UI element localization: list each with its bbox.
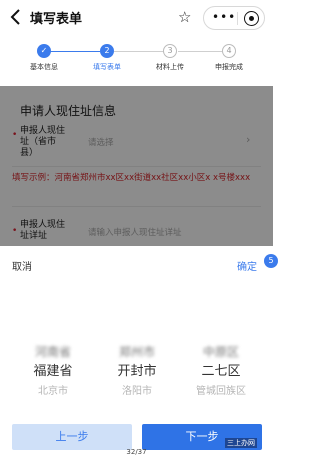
step-label: 申报完成 [215, 63, 243, 71]
chevron-left-icon[interactable] [8, 7, 24, 27]
modal-overlay[interactable] [0, 86, 273, 246]
watermark: 三上办网 [225, 438, 257, 448]
page-counter: 32/37 [126, 448, 147, 456]
step-number: 4 [222, 44, 236, 58]
picker-option-selected[interactable]: 开封市 [92, 362, 182, 382]
picker-option[interactable]: 中原区 [176, 342, 266, 362]
notification-badge: 5 [264, 254, 278, 268]
picker-option-selected[interactable]: 二七区 [176, 362, 266, 382]
more-icon[interactable]: ••• [212, 10, 236, 24]
step-label: 材料上传 [156, 63, 184, 71]
star-icon[interactable]: ☆ [178, 8, 191, 26]
step-check-icon: ✓ [37, 44, 51, 58]
step-3: 3 材料上传 [137, 44, 203, 72]
prev-step-button[interactable]: 上一步 [12, 424, 132, 450]
picker-option[interactable]: 北京市 [8, 382, 98, 402]
region-picker: 取消 确定 5 河南省 福建省 北京市 郑州市 开封市 洛阳市 中原区 二七区 … [0, 246, 278, 416]
step-number: 2 [100, 44, 114, 58]
picker-option[interactable]: 洛阳市 [92, 382, 182, 402]
step-label: 基本信息 [30, 63, 58, 71]
mini-program-capsule: ••• [203, 6, 265, 30]
step-label: 填写表单 [93, 63, 121, 71]
page-title: 填写表单 [30, 12, 83, 27]
picker-option[interactable]: 河南省 [8, 342, 98, 362]
picker-cancel-button[interactable]: 取消 [12, 258, 32, 273]
picker-option[interactable]: 管城回族区 [176, 382, 266, 402]
step-2: 2 填写表单 [74, 44, 140, 72]
picker-option[interactable]: 郑州市 [92, 342, 182, 362]
step-4: 4 申报完成 [196, 44, 262, 72]
target-close-icon[interactable] [244, 11, 259, 26]
picker-option-selected[interactable]: 福建省 [8, 362, 98, 382]
picker-confirm-button[interactable]: 确定 [237, 258, 257, 273]
capsule-divider [237, 12, 238, 25]
picker-column-city[interactable]: 郑州市 开封市 洛阳市 [92, 342, 182, 402]
picker-column-district[interactable]: 中原区 二七区 管城回族区 [176, 342, 266, 402]
step-1: ✓ 基本信息 [11, 44, 77, 72]
progress-steps: ✓ 基本信息 2 填写表单 3 材料上传 4 申报完成 [0, 40, 273, 74]
nav-bar: 填写表单 ☆ ••• [0, 0, 273, 36]
picker-column-province[interactable]: 河南省 福建省 北京市 [8, 342, 98, 402]
step-number: 3 [163, 44, 177, 58]
